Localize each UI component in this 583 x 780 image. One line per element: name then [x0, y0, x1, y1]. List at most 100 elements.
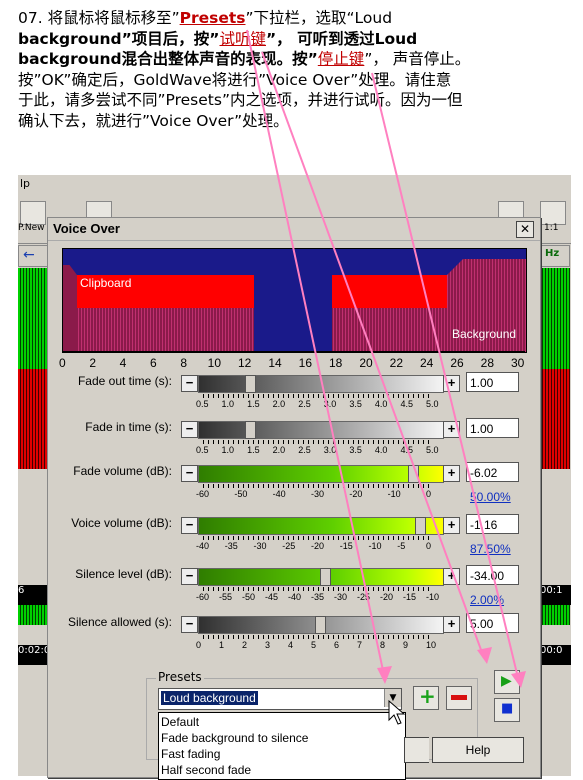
slider-thumb[interactable] [245, 421, 256, 439]
presets-dropdown-list: Default Fade background to silence Fast … [158, 712, 406, 780]
zoom-1to1-button[interactable] [540, 201, 566, 225]
play-button[interactable]: ▶ [494, 670, 520, 694]
preset-option-fade-background[interactable]: Fade background to silence [161, 731, 308, 745]
slider-scale-label: -20 [380, 592, 394, 602]
slider-scale-label: -30 [334, 592, 348, 602]
add-preset-button[interactable]: + [413, 684, 439, 710]
slider-scale-label: 1.5 [247, 445, 260, 455]
graph-tick-label: 2 [89, 356, 97, 370]
slider-scale-label: 4.5 [400, 399, 413, 409]
slider-value-input[interactable]: -1.16 [466, 514, 519, 534]
waveform-right-strip [540, 605, 570, 625]
stop-key-link[interactable]: 停止键 [318, 50, 365, 68]
voice-over-dialog: Voice Over ✕ Clipboard Background Preset… [47, 217, 541, 780]
voice-over-graph: Clipboard Background [62, 248, 527, 353]
slider-scale-label: 1 [219, 640, 225, 650]
slider-thumb[interactable] [408, 465, 419, 483]
slider-scale-label: -25 [357, 592, 371, 602]
slider-value-input[interactable]: -6.02 [466, 462, 519, 482]
preset-option-default[interactable]: Default [161, 715, 199, 729]
presets-link[interactable]: Presets [180, 9, 246, 27]
zoom-1to1-label: 1:1 [544, 223, 559, 233]
slider-ticks [203, 394, 433, 398]
slider-value-input[interactable]: -34.00 [466, 565, 519, 585]
slider-increase-button[interactable]: + [443, 465, 460, 482]
slider-track[interactable] [198, 517, 444, 535]
slider-scale-label: 3.5 [349, 445, 362, 455]
graph-tick-label: 22 [389, 356, 404, 370]
close-icon[interactable]: ✕ [516, 221, 534, 238]
slider-decrease-button[interactable]: − [181, 375, 198, 392]
slider-track[interactable] [198, 616, 444, 634]
slider-scale-label: -15 [339, 541, 353, 551]
preset-option-fast-fading[interactable]: Fast fading [161, 747, 220, 761]
new-button[interactable] [20, 201, 46, 225]
slider-increase-button[interactable]: + [443, 375, 460, 392]
waveform-left-green [18, 268, 48, 369]
slider-scale-label: -10 [368, 541, 382, 551]
slider-scale-label: -50 [242, 592, 256, 602]
graph-tick-label: 4 [119, 356, 127, 370]
slider-scale-label: 3 [265, 640, 271, 650]
slider-decrease-button[interactable]: − [181, 465, 198, 482]
waveform-right-red [540, 369, 570, 469]
slider-label: Silence level (dB): [75, 567, 172, 581]
left-nav-arrow-icon[interactable]: ← [18, 245, 49, 267]
slider-value-input[interactable]: 5.00 [466, 613, 519, 633]
slider-scale-label: 1.5 [247, 399, 260, 409]
help-menu[interactable]: lp [20, 177, 30, 190]
slider-track[interactable] [198, 421, 444, 439]
slider-percent-link[interactable]: 2.00% [470, 593, 504, 607]
stop-button[interactable]: ■ [494, 698, 520, 722]
slider-thumb[interactable] [315, 616, 326, 634]
slider-scale-label: -60 [196, 489, 210, 499]
slider-value-input[interactable]: 1.00 [466, 418, 519, 438]
slider-percent-link[interactable]: 50.00% [470, 490, 511, 504]
audition-key-link[interactable]: 试听键 [219, 30, 266, 48]
slider-label: Voice volume (dB): [71, 516, 172, 530]
slider-scale-label: 0.5 [196, 399, 209, 409]
slider-scale-label: 3.5 [349, 399, 362, 409]
presets-select[interactable]: Loud background ▼ [158, 688, 402, 710]
slider-value-input[interactable]: 1.00 [466, 372, 519, 392]
slider-increase-button[interactable]: + [443, 568, 460, 585]
slider-decrease-button[interactable]: − [181, 517, 198, 534]
slider-ticks [203, 635, 433, 639]
slider-decrease-button[interactable]: − [181, 616, 198, 633]
instruction-line-3: background混合出整体声音的表现。按”停止键”， 声音停止。 [18, 50, 471, 68]
background-label: Background [452, 327, 517, 341]
slider-scale-label: -35 [311, 592, 325, 602]
slider-scale-label: 6 [334, 640, 340, 650]
graph-tick-label: 30 [511, 356, 525, 370]
slider-scale-label: -20 [311, 541, 325, 551]
slider-scale-label: -50 [234, 489, 248, 499]
slider-increase-button[interactable]: + [443, 517, 460, 534]
slider-track[interactable] [198, 568, 444, 586]
slider-decrease-button[interactable]: − [181, 421, 198, 438]
hz-button[interactable]: Hz [540, 245, 570, 267]
slider-scale-label: 4.0 [374, 445, 388, 455]
help-button[interactable]: Help [432, 737, 524, 763]
waveform-left-red [18, 369, 48, 469]
slider-increase-button[interactable]: + [443, 421, 460, 438]
remove-preset-button[interactable] [446, 686, 472, 710]
graph-tick-label: 8 [180, 356, 188, 370]
slider-scale-label: -5 [397, 541, 406, 551]
slider-thumb[interactable] [245, 375, 256, 393]
graph-tick-label: 24 [420, 356, 434, 370]
slider-scale-label: 3.0 [323, 399, 337, 409]
slider-label: Fade out time (s): [77, 374, 172, 388]
time-left-1: 6 [18, 585, 47, 605]
slider-track[interactable] [198, 375, 444, 393]
slider-scale-label: -25 [282, 541, 296, 551]
slider-decrease-button[interactable]: − [181, 568, 198, 585]
slider-increase-button[interactable]: + [443, 616, 460, 633]
clipboard-label: Clipboard [80, 276, 132, 290]
slider-thumb[interactable] [320, 568, 331, 586]
preset-option-half-second[interactable]: Half second fade [161, 763, 251, 777]
slider-track[interactable] [198, 465, 444, 483]
cancel-button-edge[interactable] [404, 737, 429, 763]
slider-percent-link[interactable]: 87.50% [470, 542, 511, 556]
slider-thumb[interactable] [415, 517, 426, 535]
graph-tick-label: 10 [207, 356, 222, 370]
